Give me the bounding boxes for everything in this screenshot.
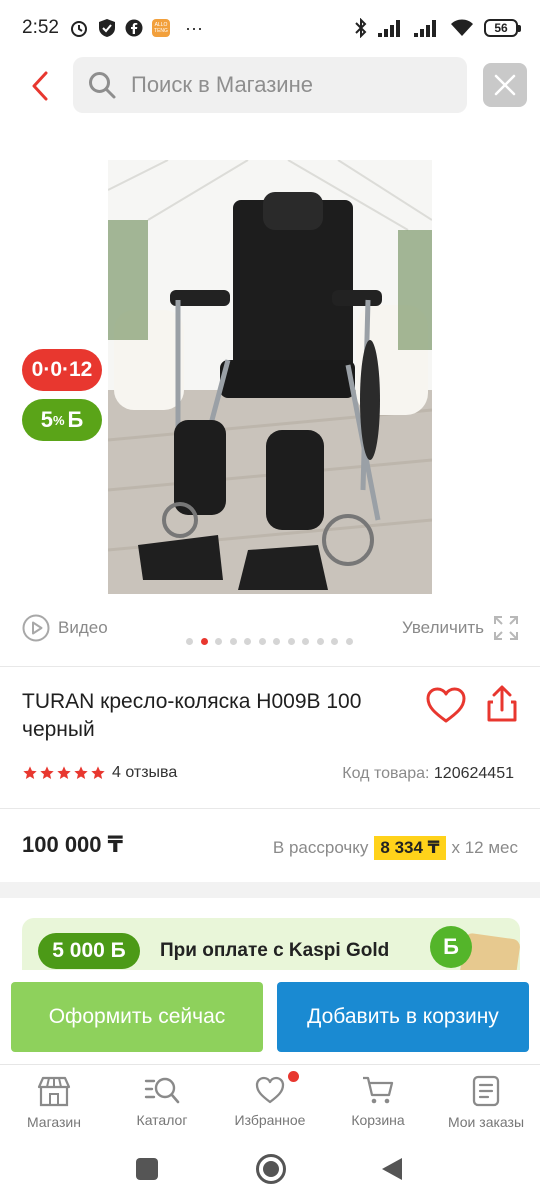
favorites-notification-dot [288, 1071, 299, 1082]
installment-info: В рассрочку 8 334 ₸ х 12 мес [273, 836, 518, 860]
bonus-percent-sign: % [52, 412, 65, 428]
nav-item-orders[interactable]: Мои заказы [432, 1065, 540, 1142]
more-notifications-icon: ··· [184, 17, 203, 38]
video-button[interactable]: Видео [22, 614, 108, 642]
divider [0, 666, 540, 667]
nav-item-catalog[interactable]: Каталог [108, 1065, 216, 1142]
rating-row[interactable]: 4 отзыва [22, 764, 177, 782]
pagination-dot[interactable] [215, 638, 222, 645]
app-notification-icon: ALLO TENG [151, 19, 170, 37]
divider [0, 808, 540, 809]
play-circle-icon [22, 614, 50, 642]
pagination-dot[interactable] [345, 638, 353, 645]
bonus-currency: Б [67, 407, 84, 432]
bonus-percent: 5 [40, 407, 53, 432]
bonus-coin-icon: Б [430, 926, 472, 968]
pagination-dot[interactable] [302, 638, 309, 645]
rating-stars [22, 765, 106, 781]
cart-icon [363, 1076, 394, 1104]
product-title: TURAN кресло-коляска H009B 100 черный [22, 690, 362, 741]
shield-icon [98, 19, 115, 37]
wheelchair-photo [108, 160, 432, 594]
close-search-button[interactable] [483, 63, 527, 107]
heart-icon [255, 1076, 285, 1104]
recents-button[interactable] [136, 1158, 158, 1180]
gallery-pagination [186, 638, 353, 645]
search-input[interactable]: Поиск в Магазине [73, 57, 467, 113]
pagination-dot[interactable] [244, 638, 251, 645]
close-icon [494, 74, 516, 96]
pagination-dot[interactable] [287, 638, 295, 645]
facebook-icon [125, 19, 143, 37]
shop-icon [37, 1076, 71, 1107]
favorite-button[interactable] [425, 686, 467, 724]
nav-label-cart: Корзина [351, 1112, 405, 1128]
nav-label-catalog: Каталог [136, 1112, 188, 1128]
top-bar: Поиск в Магазине [0, 56, 540, 116]
back-button[interactable] [22, 66, 58, 106]
star-icon [57, 766, 71, 779]
star-icon [40, 766, 54, 779]
home-button[interactable] [256, 1154, 286, 1184]
back-triangle-icon[interactable] [380, 1156, 404, 1182]
search-icon [89, 72, 116, 99]
pagination-dot[interactable] [273, 638, 280, 645]
pagination-dot[interactable] [331, 638, 338, 645]
bluetooth-icon [355, 18, 367, 38]
status-time: 2:52 [22, 17, 59, 38]
kaspi-gold-promo[interactable]: 5 000 Б При оплате с Kaspi Gold Б [22, 918, 520, 970]
pagination-dot[interactable] [186, 638, 193, 645]
signal-icon [378, 20, 400, 37]
nav-label-orders: Мои заказы [447, 1114, 525, 1130]
product-image[interactable] [108, 160, 432, 594]
pagination-dot[interactable] [229, 638, 237, 645]
add-to-cart-button[interactable]: Добавить в корзину [277, 982, 529, 1052]
star-icon [23, 766, 37, 779]
signal-icon-2 [414, 20, 436, 37]
heart-outline-icon [426, 687, 466, 723]
bonus-badge: 5% Б [22, 399, 102, 441]
product-code: Код товара: 120624451 [342, 765, 514, 783]
system-navigation-bar [0, 1142, 540, 1200]
star-icon [91, 766, 105, 779]
battery-icon: 56 [484, 19, 521, 37]
promo-bonus-pill: 5 000 Б [38, 933, 140, 969]
catalog-search-icon [144, 1077, 180, 1104]
nav-item-favorites[interactable]: Избранное [216, 1065, 324, 1142]
nav-label-favorites: Избранное [234, 1112, 306, 1128]
installment-amount: 8 334 ₸ [374, 836, 446, 860]
zoom-button[interactable]: Увеличить [402, 614, 520, 642]
order-now-button[interactable]: Оформить сейчас [11, 982, 263, 1052]
reviews-link[interactable]: 4 отзыва [112, 764, 177, 782]
installment-prefix: В рассрочку [272, 838, 369, 857]
share-icon [487, 685, 517, 722]
promo-text: При оплате с Kaspi Gold [160, 940, 390, 961]
pagination-dot[interactable] [258, 638, 266, 645]
pagination-dot[interactable] [316, 638, 324, 645]
installment-suffix: х 12 мес [451, 838, 519, 857]
star-icon [74, 766, 88, 779]
orders-icon [472, 1075, 500, 1107]
product-price: 100 000 ₸ [22, 832, 123, 857]
installment-badge: 0·0·12 [22, 349, 102, 391]
home-inner-icon [263, 1161, 279, 1177]
alarm-icon [70, 21, 87, 37]
pagination-dot[interactable] [200, 638, 208, 645]
expand-icon [494, 616, 518, 640]
product-code-value: 120624451 [433, 765, 514, 782]
bottom-navigation: Магазин Каталог Избранное Корзина Мои за… [0, 1064, 540, 1142]
search-placeholder: Поиск в Магазине [131, 72, 313, 97]
video-label: Видео [58, 618, 108, 637]
wifi-icon [451, 19, 473, 36]
section-separator [0, 882, 540, 898]
share-button[interactable] [484, 684, 520, 724]
product-code-label: Код товара: [342, 765, 430, 782]
chevron-left-icon [32, 71, 48, 101]
status-bar: 2:52 ALLO TENG ··· 56 [0, 0, 540, 56]
nav-item-shop[interactable]: Магазин [0, 1065, 108, 1142]
nav-item-cart[interactable]: Корзина [324, 1065, 432, 1142]
zoom-label: Увеличить [402, 618, 484, 637]
nav-label-shop: Магазин [26, 1114, 81, 1130]
